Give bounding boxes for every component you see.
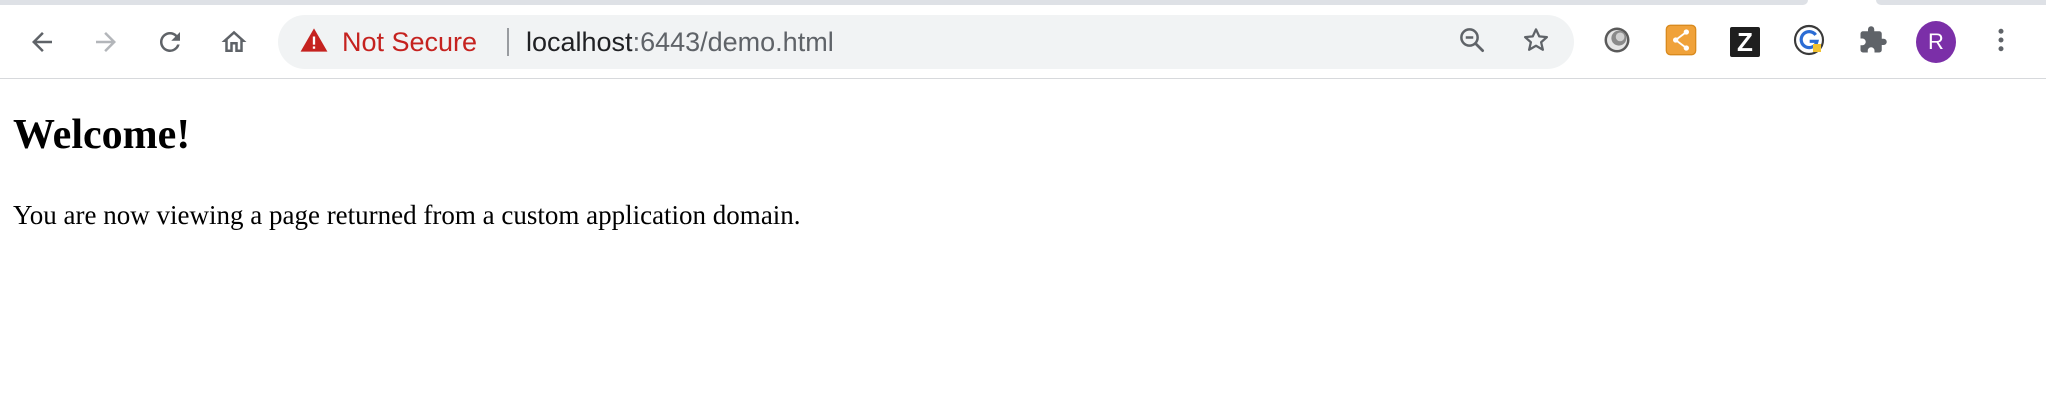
page-heading: Welcome! — [13, 112, 191, 158]
extension-z-button[interactable]: Z — [1725, 22, 1765, 62]
page-content: Welcome! You are now viewing a page retu… — [0, 79, 2046, 410]
address-bar[interactable]: Not Secure localhost:6443/demo.html — [278, 15, 1574, 69]
page-body-text: You are now viewing a page returned from… — [13, 200, 801, 230]
url-path: :6443/demo.html — [632, 26, 834, 57]
avatar: R — [1916, 21, 1956, 63]
bookmark-button[interactable] — [1516, 22, 1556, 62]
tab-strip-edge — [0, 0, 2046, 6]
url-text[interactable]: localhost:6443/demo.html — [526, 15, 834, 69]
orange-share-extension-icon — [1665, 24, 1697, 61]
extensions-menu-button[interactable] — [1853, 22, 1893, 62]
g-circle-extension-icon — [1793, 24, 1825, 61]
extension-g-button[interactable] — [1789, 22, 1829, 62]
omnibox-divider — [507, 28, 509, 56]
arrow-right-icon — [91, 27, 121, 57]
home-button[interactable] — [212, 20, 256, 64]
back-button[interactable] — [20, 20, 64, 64]
browser-menu-button[interactable] — [1981, 22, 2021, 62]
reload-button[interactable] — [148, 20, 192, 64]
kebab-menu-icon — [1986, 25, 2016, 60]
star-icon — [1521, 25, 1551, 60]
url-host: localhost — [526, 26, 633, 57]
extension-orb-button[interactable] — [1597, 22, 1637, 62]
browser-toolbar: Not Secure localhost:6443/demo.html Z R — [0, 0, 2046, 79]
puzzle-piece-icon — [1858, 25, 1888, 60]
circle-orb-extension-icon — [1602, 25, 1632, 60]
reload-icon — [155, 27, 185, 57]
security-indicator[interactable]: Not Secure — [300, 15, 477, 69]
security-label: Not Secure — [342, 26, 478, 57]
zoom-button[interactable] — [1452, 22, 1492, 62]
home-icon — [219, 27, 249, 57]
warning-triangle-icon — [300, 27, 328, 58]
zoom-out-icon — [1457, 25, 1487, 60]
forward-button[interactable] — [84, 20, 128, 64]
z-extension-icon: Z — [1730, 27, 1760, 57]
extension-share-button[interactable] — [1661, 22, 1701, 62]
arrow-left-icon — [27, 27, 57, 57]
profile-button[interactable]: R — [1916, 21, 1956, 63]
